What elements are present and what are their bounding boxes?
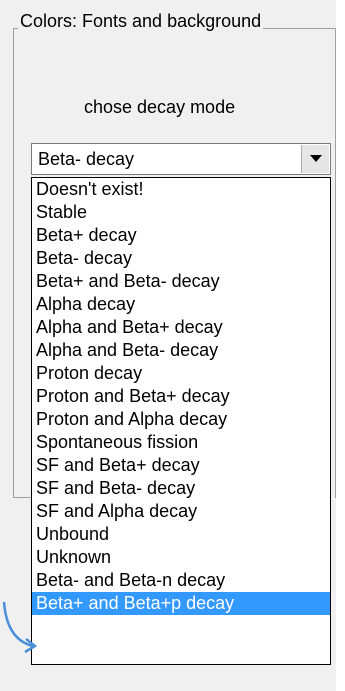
list-item[interactable]: Unbound: [32, 523, 330, 546]
list-item-highlighted[interactable]: Beta+ and Beta+p decay: [32, 592, 330, 615]
list-item[interactable]: Alpha and Beta+ decay: [32, 316, 330, 339]
list-item[interactable]: Spontaneous fission: [32, 431, 330, 454]
list-item[interactable]: Beta+ decay: [32, 224, 330, 247]
screen: Colors: Fonts and background chose decay…: [0, 0, 345, 691]
curved-arrow-icon: [2, 601, 38, 654]
list-item[interactable]: Proton and Beta+ decay: [32, 385, 330, 408]
list-item[interactable]: SF and Alpha decay: [32, 500, 330, 523]
combobox-selected-value: Beta- decay: [38, 149, 135, 169]
list-item[interactable]: SF and Beta- decay: [32, 477, 330, 500]
chevron-down-icon[interactable]: [301, 145, 329, 173]
list-item[interactable]: Proton and Alpha decay: [32, 408, 330, 431]
list-item[interactable]: Beta+ and Beta- decay: [32, 270, 330, 293]
list-item[interactable]: Alpha decay: [32, 293, 330, 316]
decay-mode-dropdown-list[interactable]: Doesn't exist! Stable Beta+ decay Beta- …: [31, 177, 331, 665]
list-item[interactable]: SF and Beta+ decay: [32, 454, 330, 477]
list-item[interactable]: Doesn't exist!: [32, 178, 330, 201]
list-item[interactable]: Beta- decay: [32, 247, 330, 270]
list-item[interactable]: Stable: [32, 201, 330, 224]
decay-mode-prompt: chose decay mode: [84, 97, 236, 117]
list-item[interactable]: Proton decay: [32, 362, 330, 385]
groupbox-title: Colors: Fonts and background: [18, 10, 264, 32]
list-item[interactable]: Alpha and Beta- decay: [32, 339, 330, 362]
list-item[interactable]: Unknown: [32, 546, 330, 569]
list-item[interactable]: Beta- and Beta-n decay: [32, 569, 330, 592]
adjacent-panel: [336, 0, 345, 691]
decay-mode-combobox[interactable]: Beta- decay: [31, 143, 331, 175]
